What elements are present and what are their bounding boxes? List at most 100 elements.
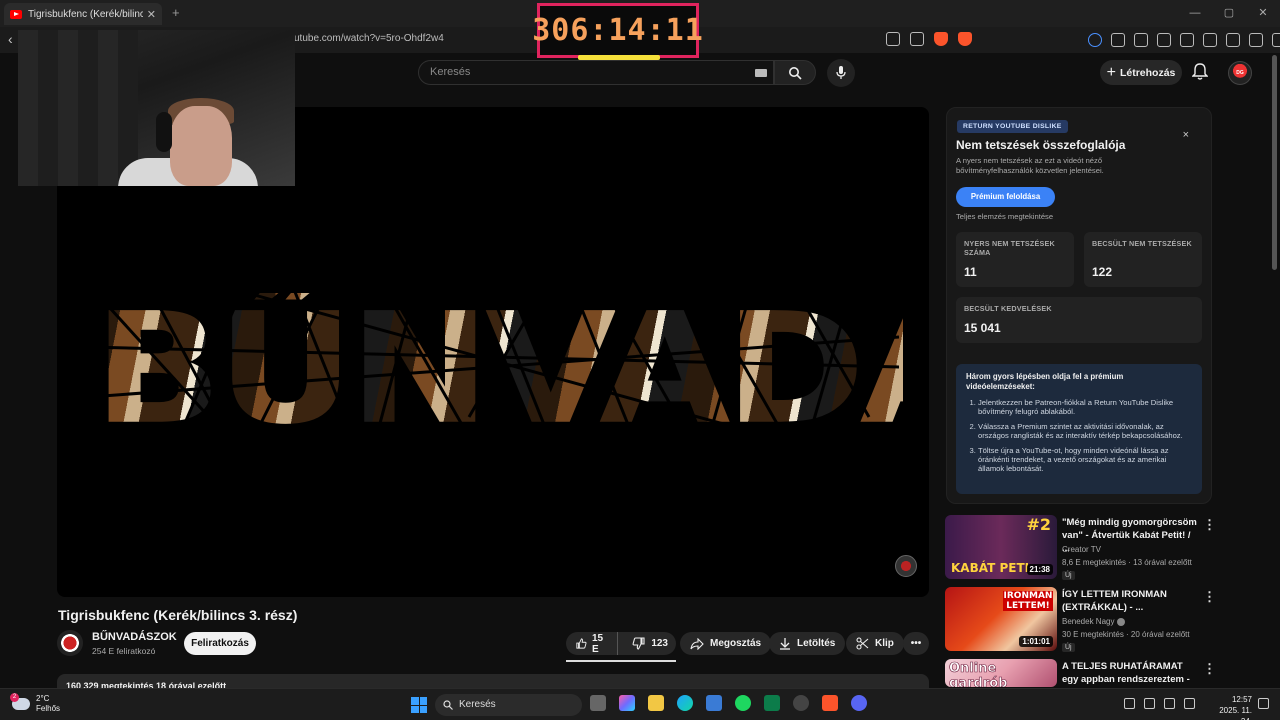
share-button[interactable]: Megosztás — [680, 632, 772, 655]
thumbs-up-icon — [576, 638, 587, 649]
new-tab-button[interactable]: + — [172, 5, 180, 20]
taskbar-search-label: Keresés — [459, 699, 496, 710]
stat-label: NYERS NEM TETSZÉSEK SZÁMA — [964, 239, 1055, 257]
search-icon — [789, 66, 802, 80]
terminal-icon[interactable] — [764, 695, 780, 711]
channel-watermark[interactable] — [895, 555, 917, 577]
voice-search-button[interactable] — [827, 59, 855, 87]
video-thumbnail[interactable]: Online gardrób — [945, 659, 1057, 687]
recommendation-item[interactable]: IRONMAN LETTEM! 1:01:01 ÍGY LETTEM IRONM… — [945, 587, 1225, 653]
puzzle-icon[interactable] — [1111, 33, 1125, 47]
extension-icon[interactable] — [1088, 33, 1102, 47]
brave-rewards-icon[interactable] — [958, 32, 972, 46]
recommendation-channel[interactable]: Creator TV — [1062, 545, 1101, 554]
page-scrollbar[interactable] — [1272, 55, 1277, 270]
recommendation-meta: 8,6 E megtekintés · 13 órával ezelőtt — [1062, 558, 1192, 567]
create-button[interactable]: + Létrehozás — [1100, 60, 1182, 85]
search-input[interactable]: Keresés — [418, 60, 774, 85]
url-field[interactable]: utube.com/watch?v=5ro-Ohdf2w4 — [294, 33, 444, 44]
store-icon[interactable] — [706, 695, 722, 711]
share-page-icon[interactable] — [910, 32, 924, 46]
edge-icon[interactable] — [677, 695, 693, 711]
stat-value: 122 — [1092, 265, 1113, 279]
tab-close-icon[interactable]: ✕ — [147, 8, 156, 21]
search-button[interactable] — [774, 60, 816, 85]
start-button[interactable] — [411, 697, 427, 713]
mic-tray-icon[interactable] — [1144, 698, 1155, 709]
cast-icon[interactable] — [886, 32, 900, 46]
stat-label: BECSÜLT NEM TETSZÉSEK — [1092, 239, 1192, 248]
volume-icon[interactable] — [1184, 698, 1195, 709]
wallet-icon[interactable] — [1203, 33, 1217, 47]
video-duration: 21:38 — [1026, 564, 1053, 575]
obs-icon[interactable] — [793, 695, 809, 711]
file-explorer-icon[interactable] — [648, 695, 664, 711]
clip-button[interactable]: Klip — [846, 632, 904, 655]
keyboard-icon[interactable] — [755, 69, 767, 77]
browser-tab[interactable]: Tigrisbukfenc (Kerék/bilincs 3. rész) ✕ — [4, 3, 162, 25]
thumbs-down-icon — [632, 637, 645, 650]
weather-text: 2°C Felhős — [36, 694, 60, 714]
notification-center-icon[interactable] — [1258, 698, 1269, 709]
recommendation-item[interactable]: Online gardrób A TELJES RUHATÁRAMAT egy … — [945, 659, 1225, 687]
more-options-icon[interactable]: ⋮ — [1203, 517, 1216, 533]
video-thumbnail[interactable]: IRONMAN LETTEM! 1:01:01 — [945, 587, 1057, 651]
minimize-button[interactable]: — — [1178, 0, 1212, 27]
download-button[interactable]: Letöltés — [769, 632, 846, 655]
wifi-icon[interactable] — [1164, 698, 1175, 709]
maximize-button[interactable]: ▢ — [1212, 0, 1246, 27]
close-window-button[interactable]: ✕ — [1246, 0, 1280, 27]
leo-ai-icon[interactable] — [1226, 33, 1240, 47]
brave-shields-icon[interactable] — [934, 32, 948, 46]
panel-close-button[interactable]: × — [1183, 129, 1189, 141]
tab-title: Tigrisbukfenc (Kerék/bilincs 3. rész) — [28, 8, 143, 20]
discord-icon[interactable] — [851, 695, 867, 711]
notifications-bell-icon[interactable] — [1192, 63, 1208, 81]
recommendation-title[interactable]: A TELJES RUHATÁRAMAT egy appban rendszer… — [1062, 660, 1200, 687]
dislike-button[interactable]: 123 — [624, 632, 676, 655]
subscribe-button[interactable]: Feliratkozás — [184, 632, 256, 655]
more-options-icon[interactable]: ⋮ — [1203, 661, 1216, 677]
channel-subscribers: 254 E feliratkozó — [92, 646, 156, 656]
scissors-icon — [856, 637, 869, 650]
task-view-icon[interactable] — [590, 695, 606, 711]
estimated-dislikes-stat: BECSÜLT NEM TETSZÉSEK 122 — [1084, 232, 1202, 287]
recommendation-channel[interactable]: Benedek Nagy — [1062, 617, 1126, 626]
more-options-icon[interactable]: ⋮ — [1203, 589, 1216, 605]
recommendation-item[interactable]: KABÁT PETI #2 21:38 "Még mindig gyomorgö… — [945, 515, 1225, 581]
channel-avatar[interactable] — [57, 630, 83, 656]
channel-name[interactable]: BŰNVADÁSZOK — [92, 631, 177, 643]
raw-dislikes-stat: NYERS NEM TETSZÉSEK SZÁMA 11 — [956, 232, 1074, 287]
menu-icon[interactable] — [1272, 33, 1280, 47]
reader-icon[interactable] — [1134, 33, 1148, 47]
clock-time: 12:57 — [1231, 695, 1252, 704]
video-thumbnail[interactable]: KABÁT PETI #2 21:38 — [945, 515, 1057, 579]
recommendation-title[interactable]: ÍGY LETTEM IRONMAN (EXTRÁKKAL) - ... — [1062, 588, 1200, 614]
vpn-icon[interactable] — [1249, 33, 1263, 47]
back-button[interactable]: ‹ — [8, 31, 13, 47]
system-tray — [1104, 698, 1195, 709]
thumbnail-text: KABÁT PETI — [951, 561, 1030, 575]
like-button[interactable]: 15 E — [566, 632, 619, 655]
copilot-icon[interactable] — [619, 695, 635, 711]
windows-taskbar: 2 2°C Felhős Keresés 12:57 2025. 11. 24. — [0, 688, 1280, 720]
video-duration: 1:01:01 — [1019, 636, 1053, 647]
promo-steps: Jelentkezzen be Patreon-fiókkal a Return… — [966, 398, 1192, 474]
premium-unlock-button[interactable]: Prémium feloldása — [956, 187, 1055, 207]
onedrive-icon[interactable] — [1124, 698, 1135, 709]
spotify-icon[interactable] — [735, 695, 751, 711]
system-clock[interactable]: 12:57 2025. 11. 24. — [1206, 694, 1252, 720]
weather-widget[interactable]: 2 2°C Felhős — [10, 693, 60, 714]
stat-value: 11 — [964, 265, 977, 279]
full-analysis-link[interactable]: Teljes elemzés megtekintése — [956, 212, 1053, 221]
plus-icon: + — [1106, 63, 1116, 81]
sidebar-icon[interactable] — [1180, 33, 1194, 47]
music-icon[interactable] — [1157, 33, 1171, 47]
tray-chevron-icon[interactable] — [1104, 698, 1115, 709]
more-actions-button[interactable]: ••• — [903, 632, 929, 655]
video-title: Tigrisbukfenc (Kerék/bilincs 3. rész) — [58, 607, 298, 623]
taskbar-search[interactable]: Keresés — [435, 694, 582, 716]
taskbar-apps — [590, 695, 867, 711]
brave-browser-icon[interactable] — [822, 695, 838, 711]
account-avatar[interactable]: DG — [1228, 61, 1252, 85]
